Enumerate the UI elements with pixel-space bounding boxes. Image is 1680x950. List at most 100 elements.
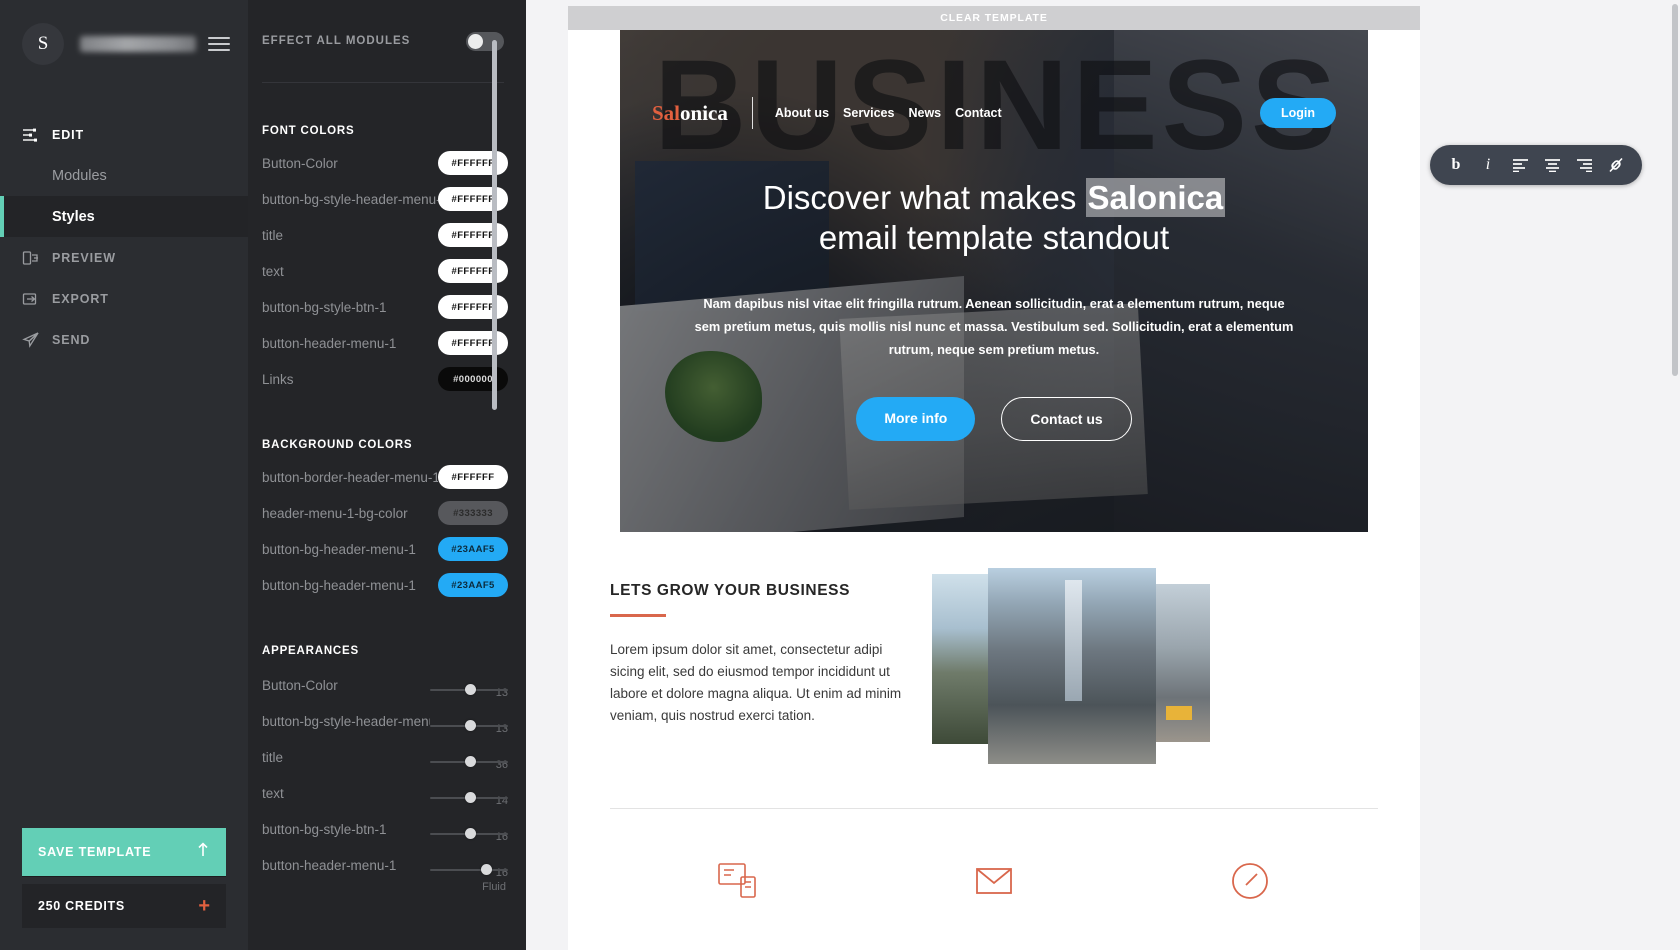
- style-color-row: button-bg-header-menu-1 #23AAF5: [262, 531, 508, 567]
- contact-us-button[interactable]: Contact us: [1001, 397, 1132, 441]
- slider[interactable]: 13: [430, 720, 508, 737]
- features-section: [568, 809, 1420, 905]
- bold-icon[interactable]: b: [1440, 145, 1472, 185]
- effect-all-modules-row: EFFECT ALL MODULES: [262, 0, 508, 82]
- grow-title[interactable]: LETS GROW YOUR BUSINESS: [610, 582, 910, 600]
- plus-icon[interactable]: +: [198, 896, 210, 916]
- color-swatch-button[interactable]: #23AAF5: [438, 537, 508, 561]
- sidebar-item-label: PREVIEW: [52, 250, 116, 265]
- clear-template-button[interactable]: CLEAR TEMPLATE: [568, 6, 1420, 30]
- font-colors-heading: FONT COLORS: [262, 125, 355, 137]
- color-swatch-button[interactable]: #FFFFFF: [438, 223, 508, 247]
- slider-rail: [430, 864, 508, 875]
- align-right-icon[interactable]: [1568, 145, 1600, 185]
- sidebar-item-edit[interactable]: EDIT: [0, 114, 248, 155]
- style-name: Button-Color: [262, 678, 338, 693]
- slider[interactable]: 36: [430, 756, 508, 773]
- color-swatch-button[interactable]: #FFFFFF: [438, 187, 508, 211]
- grow-paragraph[interactable]: Lorem ipsum dolor sit amet, consectetur …: [610, 639, 910, 727]
- style-slider-row: text 14: [262, 773, 508, 809]
- color-swatch-button[interactable]: #FFFFFF: [438, 295, 508, 319]
- credits-label: 250 CREDITS: [38, 899, 125, 913]
- style-color-row: header-menu-1-bg-color #333333: [262, 495, 508, 531]
- sidebar-item-styles[interactable]: Styles: [0, 196, 248, 237]
- style-color-row: Button-Color #FFFFFF: [262, 145, 508, 181]
- sidebar-item-send[interactable]: SEND: [0, 319, 248, 360]
- style-color-row: title #FFFFFF: [262, 217, 508, 253]
- slider-knob[interactable]: [465, 828, 477, 839]
- effect-all-modules-toggle[interactable]: [466, 31, 504, 51]
- sidebar-item-export[interactable]: EXPORT: [0, 278, 248, 319]
- city-street-photo[interactable]: [988, 568, 1156, 764]
- color-swatch-button[interactable]: #FFFFFF: [438, 259, 508, 283]
- effect-all-modules-label: EFFECT ALL MODULES: [262, 35, 411, 47]
- style-color-row: button-bg-style-btn-1 #FFFFFF: [262, 289, 508, 325]
- credits-button[interactable]: 250 CREDITS +: [22, 884, 226, 928]
- slider[interactable]: 13: [430, 684, 508, 701]
- color-swatch-button[interactable]: #333333: [438, 501, 508, 525]
- style-color-row: button-bg-header-menu-1 #23AAF5: [262, 567, 508, 603]
- slider-knob[interactable]: [465, 720, 477, 731]
- color-swatch-button[interactable]: #23AAF5: [438, 573, 508, 597]
- page-scrollbar[interactable]: [1672, 4, 1678, 376]
- slider[interactable]: 14: [430, 792, 508, 809]
- slider-knob[interactable]: [465, 792, 477, 803]
- export-box-icon: [22, 290, 52, 308]
- save-template-label: SAVE TEMPLATE: [38, 845, 152, 859]
- unlink-icon[interactable]: [1600, 145, 1632, 185]
- style-name: button-bg-header-menu-1: [262, 577, 416, 593]
- city-skyline-photo[interactable]: [932, 574, 988, 744]
- style-name: button-bg-style-btn-1: [262, 822, 387, 837]
- feature-item[interactable]: [866, 857, 1122, 905]
- slider[interactable]: 16: [430, 828, 508, 845]
- slider[interactable]: 16: [430, 864, 508, 881]
- save-template-button[interactable]: SAVE TEMPLATE: [22, 828, 226, 876]
- envelope-icon: [970, 857, 1018, 905]
- style-name: button-bg-header-menu-1: [262, 541, 416, 557]
- city-crossing-photo[interactable]: [1156, 584, 1210, 742]
- style-slider-row: button-bg-style-btn-1 16: [262, 809, 508, 845]
- grow-underline: [610, 614, 666, 617]
- color-swatch-button[interactable]: #000000: [438, 367, 508, 391]
- sidebar-item-label: Styles: [52, 208, 95, 225]
- italic-icon[interactable]: i: [1472, 145, 1504, 185]
- hero-buttons: More info Contact us: [658, 397, 1330, 441]
- toggle-knob: [468, 33, 483, 49]
- hero-title[interactable]: Discover what makes Salonica email templ…: [658, 178, 1330, 258]
- slider-knob[interactable]: [480, 864, 492, 875]
- feature-item[interactable]: [1122, 857, 1378, 905]
- align-center-icon[interactable]: [1536, 145, 1568, 185]
- sidebar-item-modules[interactable]: Modules: [0, 155, 248, 196]
- style-slider-row: title 36: [262, 737, 508, 773]
- color-swatch-button[interactable]: #FFFFFF: [438, 151, 508, 175]
- slider-knob[interactable]: [465, 756, 477, 767]
- slider-rail: [430, 720, 508, 731]
- style-name: text: [262, 786, 284, 801]
- align-left-icon[interactable]: [1504, 145, 1536, 185]
- style-slider-row: Button-Color 13: [262, 665, 508, 701]
- slider-rail: [430, 756, 508, 767]
- sidebar-item-preview[interactable]: PREVIEW: [0, 237, 248, 278]
- color-swatch-button[interactable]: #FFFFFF: [438, 465, 508, 489]
- style-name: button-header-menu-1: [262, 858, 397, 873]
- hamburger-menu-icon[interactable]: [208, 33, 230, 55]
- email-template: BUSINESS Salonica About us Services News…: [568, 30, 1420, 950]
- more-info-button[interactable]: More info: [856, 397, 976, 441]
- account-name-masked: [80, 36, 196, 52]
- speed-gauge-icon: [1226, 857, 1274, 905]
- app-root: S EDIT Modules Styles PREVIEW EXPORT SEN…: [0, 0, 1680, 950]
- grow-image-gallery: [932, 568, 1378, 764]
- styles-panel-scrollbar[interactable]: [492, 40, 497, 410]
- color-swatch-button[interactable]: #FFFFFF: [438, 331, 508, 355]
- style-name: button-bg-style-header-menu-1: [262, 714, 430, 729]
- sidebar-item-label: EDIT: [52, 127, 85, 142]
- style-slider-row: button-bg-style-header-menu-1 13: [262, 701, 508, 737]
- style-name: header-menu-1-bg-color: [262, 505, 408, 521]
- grow-section: LETS GROW YOUR BUSINESS Lorem ipsum dolo…: [568, 532, 1420, 764]
- feature-item[interactable]: [610, 857, 866, 905]
- avatar: S: [22, 23, 64, 65]
- sidebar-item-label: SEND: [52, 332, 91, 347]
- slider-knob[interactable]: [465, 684, 477, 695]
- hero-paragraph[interactable]: Nam dapibus nisl vitae elit fringilla ru…: [694, 292, 1294, 361]
- style-name: title: [262, 750, 284, 765]
